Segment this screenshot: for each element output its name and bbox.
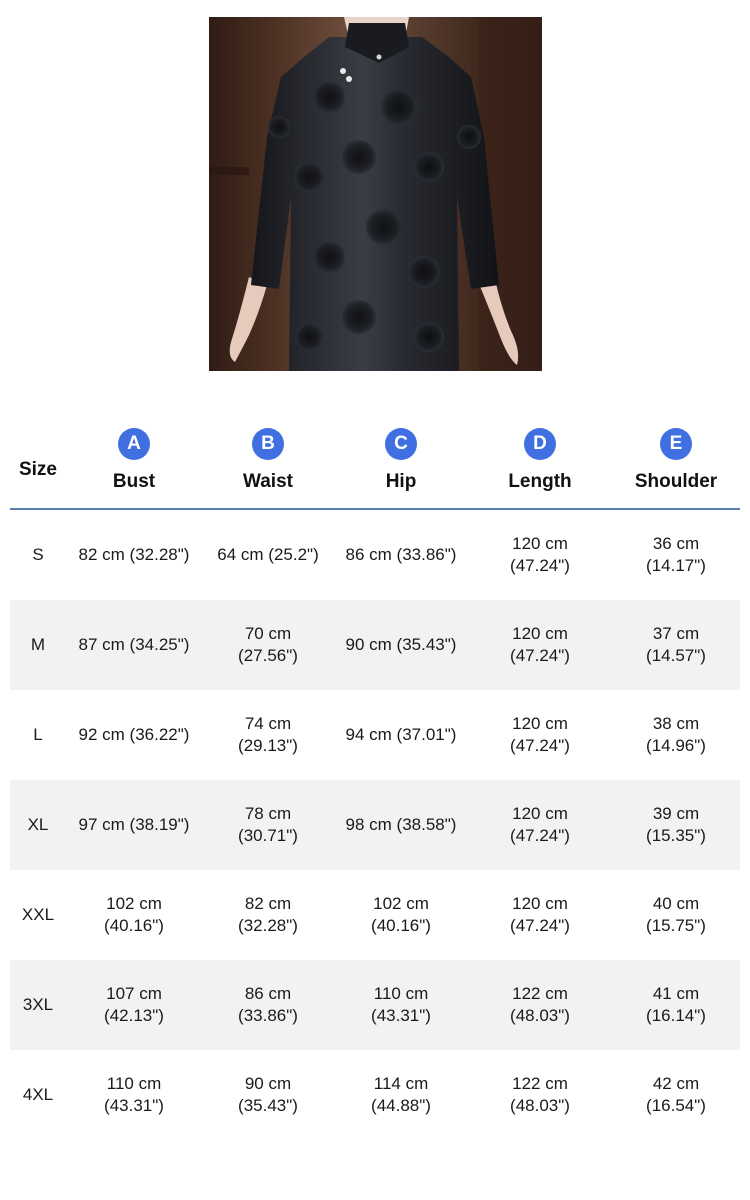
product-photo (209, 17, 542, 371)
size-cell: S (32, 545, 44, 564)
waist-cell: 82 cm (32.28") (238, 894, 298, 935)
length-cell: 122 cm (48.03") (510, 984, 570, 1025)
bust-cell: 82 cm (32.28") (78, 545, 190, 564)
waist-cell: 74 cm (29.13") (238, 714, 298, 755)
size-column-header: Size (10, 420, 66, 508)
table-row: XL 97 cm (38.19") 78 cm (30.71") 98 cm (38.5… (10, 780, 740, 870)
shoulder-cell: 37 cm (14.57") (646, 624, 706, 665)
shoulder-cell: 42 cm (16.54") (646, 1074, 706, 1115)
shoulder-cell: 40 cm (15.75") (646, 894, 706, 935)
bust-cell: 97 cm (38.19") (78, 815, 190, 834)
shoulder-cell: 38 cm (14.96") (646, 714, 706, 755)
hip-cell: 114 cm (44.88") (371, 1074, 431, 1115)
bust-header-label: Bust (112, 471, 156, 492)
hip-cell: 98 cm (38.58") (345, 815, 457, 834)
bust-cell: 87 cm (34.25") (78, 635, 190, 654)
length-cell: 120 cm (47.24") (510, 714, 570, 755)
length-column-header: D Length (468, 420, 612, 508)
hip-cell: 110 cm (43.31") (371, 984, 431, 1025)
size-cell: L (33, 725, 43, 744)
shoulder-header-label: Shoulder (634, 471, 718, 492)
size-chart-table: Size A Bust B Waist C Hip D Length E Sho… (10, 420, 740, 1140)
waist-cell: 64 cm (25.2") (217, 545, 319, 564)
size-header-label: Size (18, 459, 58, 480)
shoulder-column-header: E Shoulder (612, 420, 740, 508)
waist-cell: 70 cm (27.56") (238, 624, 298, 665)
length-header-label: Length (508, 471, 572, 492)
size-cell: 4XL (22, 1085, 54, 1104)
size-cell: M (30, 635, 46, 654)
waist-header-label: Waist (243, 471, 293, 492)
shoulder-cell: 36 cm (14.17") (646, 534, 706, 575)
length-cell: 120 cm (47.24") (510, 624, 570, 665)
hip-cell: 94 cm (37.01") (345, 725, 457, 744)
length-cell: 120 cm (47.24") (510, 534, 570, 575)
hip-header-label: Hip (385, 471, 417, 492)
table-body: S 82 cm (32.28") 64 cm (25.2") 86 cm (33.86… (10, 510, 740, 1140)
badge-d: D (524, 428, 556, 460)
waist-cell: 86 cm (33.86") (238, 984, 298, 1025)
waist-cell: 78 cm (30.71") (238, 804, 298, 845)
badge-a: A (118, 428, 150, 460)
dress-illustration (209, 17, 542, 371)
hip-cell: 90 cm (35.43") (345, 635, 457, 654)
hip-cell: 86 cm (33.86") (345, 545, 457, 564)
shoulder-cell: 41 cm (16.14") (646, 984, 706, 1025)
table-row: XXL 102 cm (40.16") 82 cm (32.28") 102 cm (40.… (10, 870, 740, 960)
badge-e: E (660, 428, 692, 460)
length-cell: 120 cm (47.24") (510, 894, 570, 935)
bust-cell: 107 cm (42.13") (104, 984, 164, 1025)
shoulder-cell: 39 cm (15.35") (646, 804, 706, 845)
bust-cell: 102 cm (40.16") (104, 894, 164, 935)
bust-cell: 110 cm (43.31") (104, 1074, 164, 1115)
table-header: Size A Bust B Waist C Hip D Length E Sho… (10, 420, 740, 510)
bust-column-header: A Bust (66, 420, 202, 508)
table-row: M 87 cm (34.25") 70 cm (27.56") 90 cm (35.43… (10, 600, 740, 690)
table-row: S 82 cm (32.28") 64 cm (25.2") 86 cm (33.86… (10, 510, 740, 600)
length-cell: 122 cm (48.03") (510, 1074, 570, 1115)
badge-b: B (252, 428, 284, 460)
badge-c: C (385, 428, 417, 460)
table-row: 3XL 107 cm (42.13") 86 cm (33.86") 110 cm (43.… (10, 960, 740, 1050)
hip-column-header: C Hip (334, 420, 468, 508)
size-cell: XXL (21, 905, 55, 924)
bust-cell: 92 cm (36.22") (78, 725, 190, 744)
size-cell: XL (27, 815, 49, 834)
table-row: 4XL 110 cm (43.31") 90 cm (35.43") 114 cm (44.… (10, 1050, 740, 1140)
waist-cell: 90 cm (35.43") (238, 1074, 298, 1115)
hip-cell: 102 cm (40.16") (371, 894, 431, 935)
size-cell: 3XL (22, 995, 54, 1014)
table-row: L 92 cm (36.22") 74 cm (29.13") 94 cm (37.01… (10, 690, 740, 780)
length-cell: 120 cm (47.24") (510, 804, 570, 845)
waist-column-header: B Waist (202, 420, 334, 508)
